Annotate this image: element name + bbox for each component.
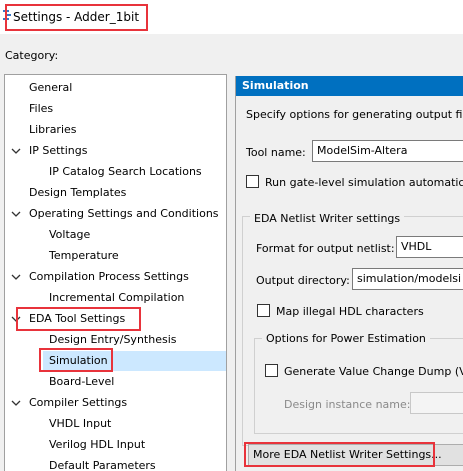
tree-item-ip-catalog-search-locations[interactable]: IP Catalog Search Locations	[49, 162, 202, 182]
panel-header: Simulation	[236, 76, 463, 96]
more-settings-highlight-box	[244, 442, 435, 467]
category-label: Category:	[5, 49, 59, 62]
panel-description: Specify options for generating output fi…	[246, 108, 463, 121]
tree-item-compiler-settings[interactable]: Compiler Settings	[29, 393, 127, 413]
tree-item-files[interactable]: Files	[29, 99, 53, 119]
tree-item-operating-settings[interactable]: Operating Settings and Conditions	[29, 204, 219, 224]
power-estimation-group-title: Options for Power Estimation	[262, 332, 430, 345]
tree-item-temperature[interactable]: Temperature	[49, 246, 119, 266]
category-tree[interactable]: General Files Libraries IP Settings IP C…	[4, 74, 227, 471]
chevron-down-icon[interactable]	[11, 146, 21, 156]
simulation-highlight-box	[39, 348, 113, 372]
tree-item-libraries[interactable]: Libraries	[29, 120, 77, 140]
tree-item-incremental-compilation[interactable]: Incremental Compilation	[49, 288, 184, 308]
map-illegal-hdl-label: Map illegal HDL characters	[276, 305, 424, 318]
tree-item-board-level[interactable]: Board-Level	[49, 372, 114, 392]
tree-item-voltage[interactable]: Voltage	[49, 225, 90, 245]
format-select[interactable]: VHDL	[396, 236, 463, 258]
output-directory-input[interactable]: simulation/modelsi	[352, 268, 463, 290]
tool-name-label: Tool name:	[246, 146, 306, 159]
title-highlight-box	[5, 4, 148, 31]
tree-item-vhdl-input[interactable]: VHDL Input	[49, 414, 111, 434]
simulation-settings-panel: Simulation Specify options for generatin…	[235, 76, 463, 471]
run-gate-level-checkbox[interactable]	[246, 175, 259, 188]
chevron-down-icon[interactable]	[11, 272, 21, 282]
generate-vcd-label: Generate Value Change Dump (VC	[284, 365, 463, 378]
design-instance-name-input[interactable]	[410, 392, 463, 414]
tree-item-compilation-process-settings[interactable]: Compilation Process Settings	[29, 267, 189, 287]
tree-item-design-templates[interactable]: Design Templates	[29, 183, 126, 203]
output-directory-label: Output directory:	[256, 274, 350, 287]
tree-item-default-parameters[interactable]: Default Parameters	[49, 456, 156, 471]
tree-item-verilog-hdl-input[interactable]: Verilog HDL Input	[49, 435, 145, 455]
generate-vcd-checkbox[interactable]	[265, 364, 278, 377]
tree-item-general[interactable]: General	[29, 78, 72, 98]
tool-name-select[interactable]: ModelSim-Altera	[312, 140, 463, 162]
netlist-writer-group-title: EDA Netlist Writer settings	[250, 212, 405, 225]
chevron-down-icon[interactable]	[11, 398, 21, 408]
tree-item-design-entry-synthesis[interactable]: Design Entry/Synthesis	[49, 330, 176, 350]
title-bar: Settings - Adder_1bit	[0, 0, 463, 34]
eda-tool-settings-highlight-box	[16, 307, 141, 331]
format-label: Format for output netlist:	[256, 242, 395, 255]
power-estimation-group	[254, 338, 463, 434]
chevron-down-icon[interactable]	[11, 209, 21, 219]
tree-item-ip-settings[interactable]: IP Settings	[29, 141, 88, 161]
design-instance-name-label: Design instance name:	[284, 398, 411, 411]
map-illegal-hdl-checkbox[interactable]	[257, 304, 270, 317]
run-gate-level-label: Run gate-level simulation automatica	[265, 176, 463, 189]
